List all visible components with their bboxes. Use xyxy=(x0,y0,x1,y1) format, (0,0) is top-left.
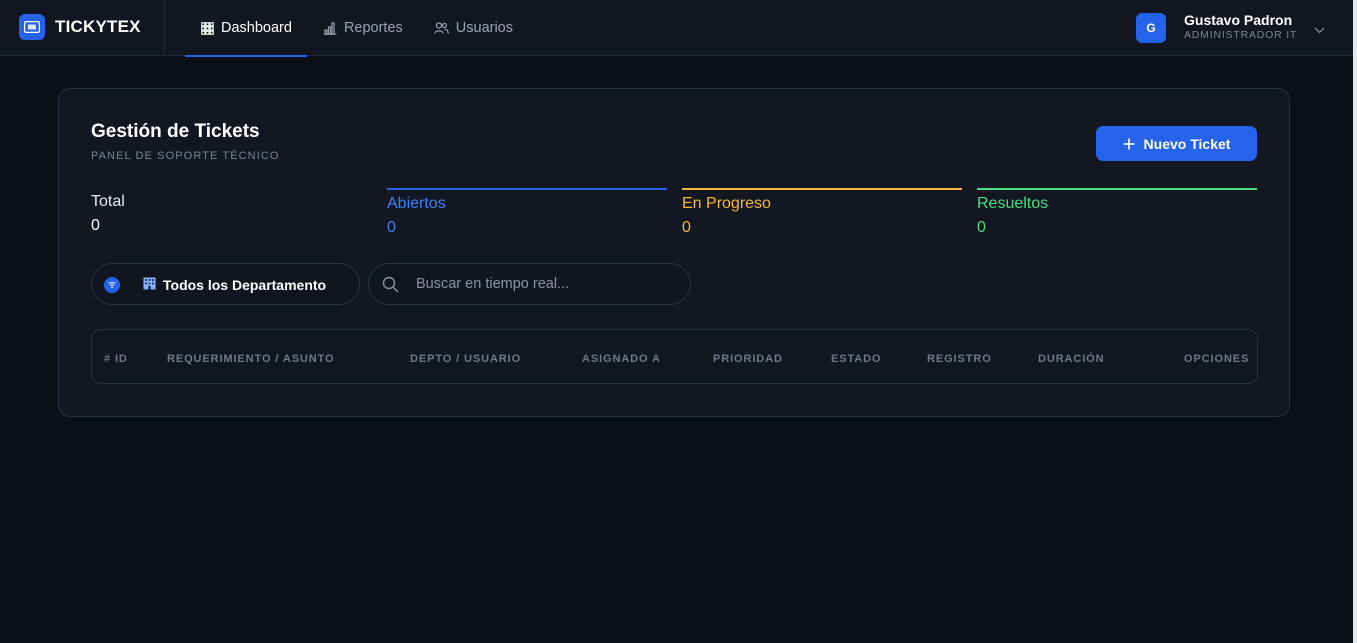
avatar: G xyxy=(1136,13,1166,43)
stat-abiertos-label: Abiertos xyxy=(387,195,446,212)
users-icon xyxy=(433,22,449,34)
column-header-id[interactable]: # ID xyxy=(104,353,128,365)
stat-total: Total 0 xyxy=(91,188,371,238)
filter-icon xyxy=(104,277,120,293)
top-bar: TICKYTEX Dashboard Reportes Usuarios G G… xyxy=(0,0,1353,57)
page-subtitle: PANEL DE SOPORTE TÉCNICO xyxy=(91,150,280,162)
department-filter-label: Todos los Departamento xyxy=(163,277,327,293)
search-input[interactable] xyxy=(416,274,676,294)
search-box[interactable] xyxy=(368,263,691,305)
stat-resueltos: Resueltos 0 xyxy=(977,188,1257,238)
column-header-asignado[interactable]: ASIGNADO A xyxy=(582,353,661,365)
brand-name: TICKYTEX xyxy=(55,17,141,36)
column-header-prioridad[interactable]: PRIORIDAD xyxy=(713,353,783,365)
user-role: ADMINISTRADOR IT xyxy=(1184,29,1298,41)
stat-resueltos-value: 0 xyxy=(977,219,986,236)
nav-item-usuarios[interactable]: Usuarios xyxy=(418,0,528,56)
tickets-table: # ID REQUERIMIENTO / ASUNTO DEPTO / USUA… xyxy=(91,329,1258,384)
stat-abiertos-value: 0 xyxy=(387,219,396,236)
grid-icon xyxy=(201,21,214,35)
column-header-estado[interactable]: ESTADO xyxy=(831,353,881,365)
tickets-panel: Gestión de Tickets PANEL DE SOPORTE TÉCN… xyxy=(58,88,1290,417)
nav-item-dashboard[interactable]: Dashboard xyxy=(185,0,307,57)
bar-chart-icon xyxy=(323,21,337,35)
new-ticket-button[interactable]: Nuevo Ticket xyxy=(1096,126,1257,161)
department-filter[interactable]: Todos los Departamento xyxy=(91,263,360,305)
new-ticket-label: Nuevo Ticket xyxy=(1143,135,1231,152)
nav-item-reportes[interactable]: Reportes xyxy=(307,0,418,56)
stat-total-value: 0 xyxy=(91,217,100,234)
user-name: Gustavo Padron xyxy=(1184,12,1293,28)
plus-icon xyxy=(1123,138,1135,150)
column-header-duracion[interactable]: DURACIÓN xyxy=(1038,353,1104,365)
column-header-registro[interactable]: REGISTRO xyxy=(927,353,992,365)
brand[interactable]: TICKYTEX xyxy=(0,0,165,55)
stat-en-progreso-value: 0 xyxy=(682,219,691,236)
nav-label-usuarios: Usuarios xyxy=(455,20,513,36)
main-nav: Dashboard Reportes Usuarios xyxy=(185,0,528,57)
stat-total-label: Total xyxy=(91,193,125,210)
column-header-depto[interactable]: DEPTO / USUARIO xyxy=(410,353,521,365)
stat-abiertos-bar xyxy=(387,188,667,190)
building-icon xyxy=(143,277,156,290)
column-header-opciones[interactable]: OPCIONES xyxy=(1184,353,1249,365)
stat-en-progreso-label: En Progreso xyxy=(682,195,771,212)
nav-label-dashboard: Dashboard xyxy=(221,20,292,36)
ticket-logo-icon xyxy=(19,14,45,40)
column-header-requerimiento[interactable]: REQUERIMIENTO / ASUNTO xyxy=(167,353,335,365)
stat-abiertos: Abiertos 0 xyxy=(387,188,667,238)
nav-label-reportes: Reportes xyxy=(343,20,403,36)
stat-en-progreso: En Progreso 0 xyxy=(682,188,962,238)
window-scrollbar[interactable] xyxy=(1353,0,1357,643)
user-menu[interactable]: G Gustavo Padron ADMINISTRADOR IT xyxy=(1136,12,1336,44)
page-title: Gestión de Tickets xyxy=(91,121,260,142)
stat-en-progreso-bar xyxy=(682,188,962,190)
stat-resueltos-bar xyxy=(977,188,1257,190)
search-icon xyxy=(382,276,399,298)
chevron-down-icon xyxy=(1314,21,1325,39)
stat-resueltos-label: Resueltos xyxy=(977,195,1049,212)
